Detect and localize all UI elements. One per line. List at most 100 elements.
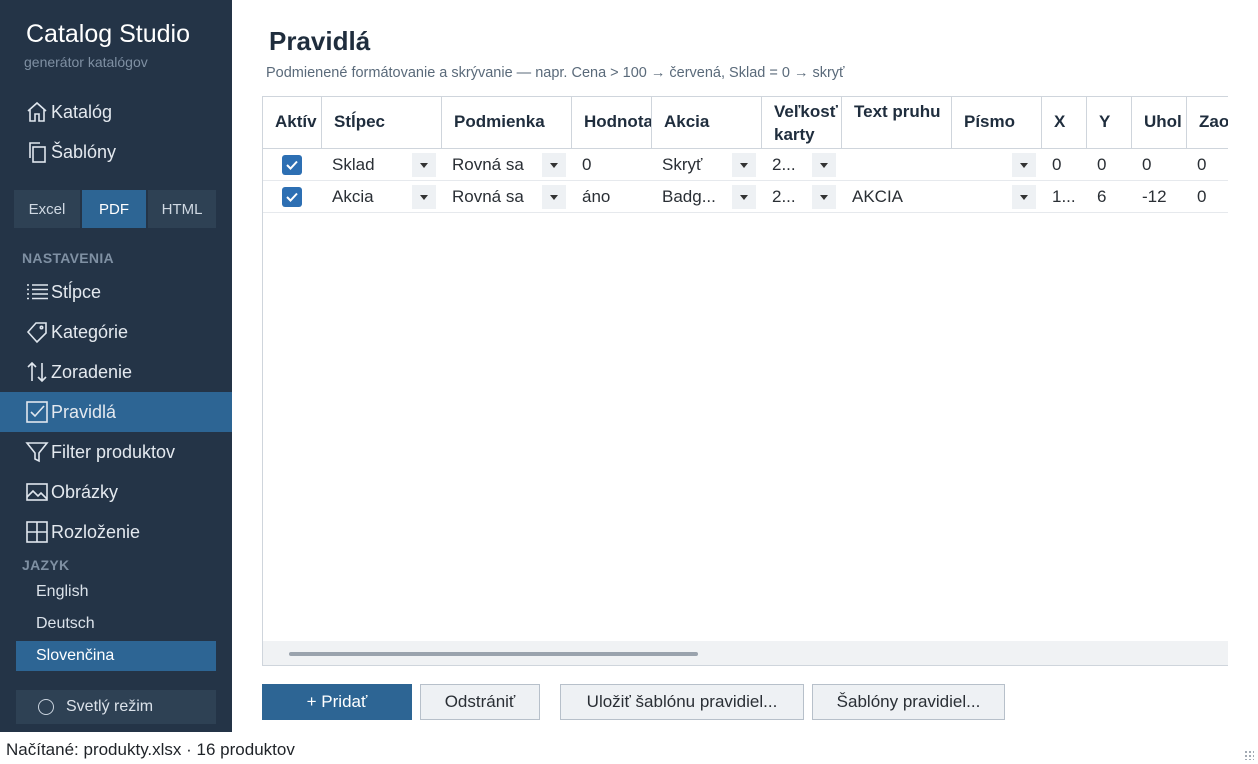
row-action-value[interactable]: Badg...	[652, 181, 732, 212]
filter-icon	[24, 439, 50, 465]
format-pdf-button[interactable]: PDF	[82, 190, 146, 228]
row-rounding-input[interactable]: 0	[1187, 149, 1228, 180]
home-icon	[24, 99, 50, 125]
row-active-checkbox[interactable]	[282, 187, 302, 207]
column-header-card-size[interactable]: Veľkosť karty	[762, 97, 842, 148]
language-deutsch[interactable]: Deutsch	[16, 609, 216, 639]
row-font-value[interactable]	[952, 149, 1012, 180]
row-value-input[interactable]: 0	[572, 149, 652, 180]
status-text: Načítané: produkty.xlsx · 16 produktov	[6, 740, 295, 759]
row-x-input[interactable]: 0	[1042, 149, 1087, 180]
theme-toggle-button[interactable]: Svetlý režim	[16, 690, 216, 724]
row-angle-input[interactable]: 0	[1132, 149, 1187, 180]
condition-dropdown-button[interactable]	[542, 153, 566, 177]
nav-item-filter[interactable]: Filter produktov	[0, 432, 232, 472]
nav-item-label: Stĺpce	[51, 281, 102, 302]
image-icon	[24, 479, 50, 505]
app-window: Catalog Studio generátor katalógov Katal…	[0, 0, 1258, 764]
row-action-value[interactable]: Skryť	[652, 149, 732, 180]
sun-icon	[38, 699, 54, 715]
theme-toggle-label: Svetlý režim	[66, 698, 154, 715]
row-column-value[interactable]: Akcia	[322, 181, 418, 212]
column-dropdown-button[interactable]	[412, 185, 436, 209]
nav-item-stlpce[interactable]: Stĺpce	[0, 272, 232, 312]
row-band-text-input[interactable]	[842, 149, 952, 180]
format-html-button[interactable]: HTML	[148, 190, 216, 228]
nav-item-sablony[interactable]: Šablóny	[0, 132, 232, 172]
column-dropdown-button[interactable]	[412, 153, 436, 177]
app-title: Catalog Studio	[26, 20, 191, 48]
column-header-x[interactable]: X	[1042, 97, 1087, 148]
language-slovencina[interactable]: Slovenčina	[16, 641, 216, 671]
column-header-band-text[interactable]: Text pruhu	[842, 97, 952, 148]
row-y-input[interactable]: 0	[1087, 149, 1132, 180]
row-value-input[interactable]: áno	[572, 181, 652, 212]
condition-dropdown-button[interactable]	[542, 185, 566, 209]
column-header-column[interactable]: Stĺpec	[322, 97, 442, 148]
column-header-angle[interactable]: Uhol	[1132, 97, 1187, 148]
layout-icon	[24, 519, 50, 545]
column-header-font[interactable]: Písmo	[952, 97, 1042, 148]
card-size-dropdown-button[interactable]	[812, 185, 836, 209]
horizontal-scrollbar[interactable]	[263, 641, 1228, 665]
row-condition-value[interactable]: Rovná sa	[442, 181, 542, 212]
checkbox-icon	[24, 399, 50, 425]
table-row: Sklad Rovná sa 0 Skryť 2... 0 0 0 0	[263, 149, 1228, 181]
nav-item-kategorie[interactable]: Kategórie	[0, 312, 232, 352]
save-rule-template-button[interactable]: Uložiť šablónu pravidiel...	[560, 684, 804, 720]
table-row: Akcia Rovná sa áno Badg... 2... AKCIA 1.…	[263, 181, 1228, 213]
column-header-y[interactable]: Y	[1087, 97, 1132, 148]
nav-item-label: Katalóg	[51, 101, 113, 122]
column-header-rounding[interactable]: Zaoblenie	[1187, 97, 1228, 148]
action-dropdown-button[interactable]	[732, 185, 756, 209]
row-band-text-input[interactable]: AKCIA	[842, 181, 952, 212]
column-header-condition[interactable]: Podmienka	[442, 97, 572, 148]
language-english[interactable]: English	[16, 577, 216, 607]
nav-item-zoradenie[interactable]: Zoradenie	[0, 352, 232, 392]
language-section-label: JAZYK	[22, 557, 70, 573]
rules-table: Aktív Stĺpec Podmienka Hodnota Akcia Veľ…	[262, 96, 1228, 666]
font-dropdown-button[interactable]	[1012, 153, 1036, 177]
row-card-size-value[interactable]: 2...	[762, 149, 812, 180]
row-angle-input[interactable]: -12	[1132, 181, 1187, 212]
list-icon	[24, 279, 50, 305]
sidebar: Catalog Studio generátor katalógov Katal…	[0, 0, 232, 732]
table-header: Aktív Stĺpec Podmienka Hodnota Akcia Veľ…	[263, 97, 1228, 149]
nav-item-label: Rozloženie	[51, 521, 141, 542]
resize-grip-icon[interactable]	[1244, 750, 1254, 760]
format-switcher: Excel PDF HTML	[14, 190, 216, 228]
remove-rule-button[interactable]: Odstrániť	[420, 684, 540, 720]
copy-icon	[24, 139, 50, 165]
nav-item-label: Zoradenie	[51, 361, 133, 382]
nav-item-pravidla[interactable]: Pravidlá	[0, 392, 232, 432]
horizontal-scrollbar-thumb[interactable]	[289, 652, 698, 656]
row-rounding-input[interactable]: 0	[1187, 181, 1228, 212]
row-active-checkbox[interactable]	[282, 155, 302, 175]
row-x-input[interactable]: 1...	[1042, 181, 1087, 212]
row-font-value[interactable]	[952, 181, 1012, 212]
status-bar: Načítané: produkty.xlsx · 16 produktov	[0, 732, 1258, 764]
nav-item-label: Šablóny	[51, 141, 117, 162]
nav-item-rozlozenie[interactable]: Rozloženie	[0, 512, 232, 552]
card-size-dropdown-button[interactable]	[812, 153, 836, 177]
column-header-value[interactable]: Hodnota	[572, 97, 652, 148]
row-condition-value[interactable]: Rovná sa	[442, 149, 542, 180]
add-rule-button[interactable]: + Pridať	[262, 684, 412, 720]
row-y-input[interactable]: 6	[1087, 181, 1132, 212]
nav-item-label: Pravidlá	[51, 401, 117, 422]
nav-item-label: Kategórie	[51, 321, 129, 342]
nav-item-obrazky[interactable]: Obrázky	[0, 472, 232, 512]
column-header-active[interactable]: Aktív	[263, 97, 322, 148]
tag-icon	[24, 319, 50, 345]
action-dropdown-button[interactable]	[732, 153, 756, 177]
rule-templates-button[interactable]: Šablóny pravidiel...	[812, 684, 1005, 720]
row-column-value[interactable]: Sklad	[322, 149, 418, 180]
nav-item-label: Obrázky	[51, 481, 119, 502]
nav-item-katalog[interactable]: Katalóg	[0, 92, 232, 132]
column-header-action[interactable]: Akcia	[652, 97, 762, 148]
settings-section-label: NASTAVENIA	[22, 250, 114, 266]
page-description: Podmienené formátovanie a skrývanie — na…	[266, 65, 845, 81]
format-excel-button[interactable]: Excel	[14, 190, 80, 228]
row-card-size-value[interactable]: 2...	[762, 181, 812, 212]
font-dropdown-button[interactable]	[1012, 185, 1036, 209]
